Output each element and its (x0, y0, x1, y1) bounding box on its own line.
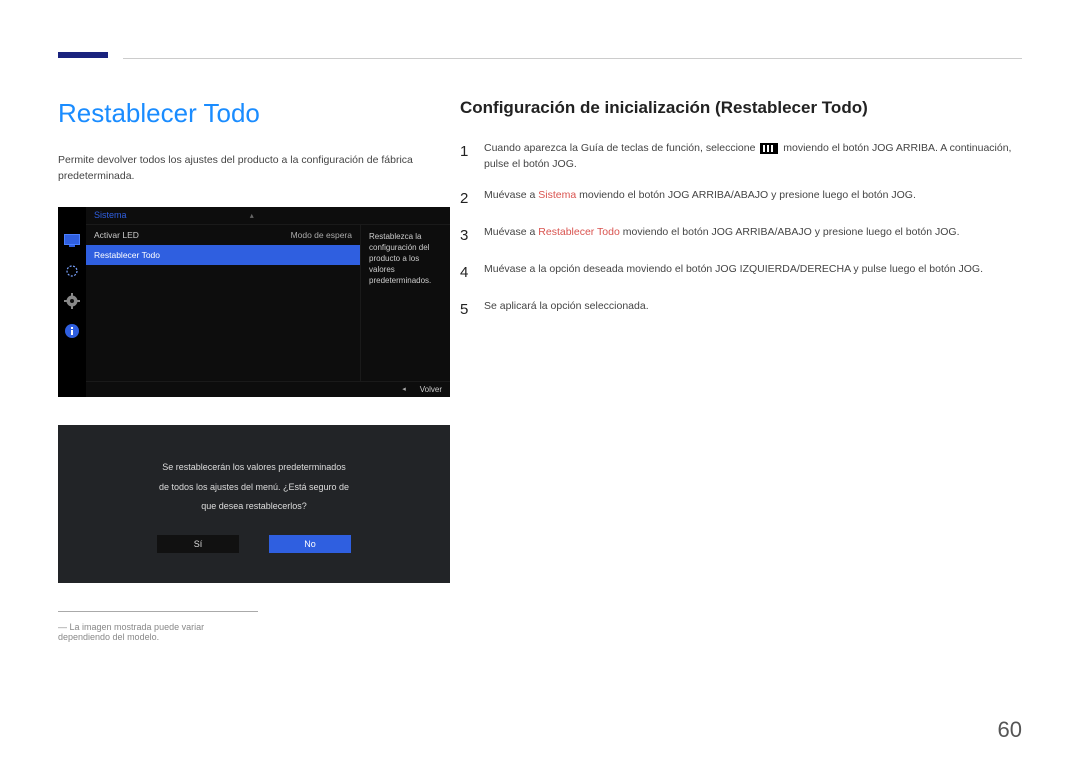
osd-footer-label[interactable]: Volver (420, 385, 442, 394)
step-2-post: moviendo el botón JOG ARRIBA/ABAJO y pre… (576, 189, 916, 201)
step-text: Muévase a la opción deseada moviendo el … (484, 261, 1028, 284)
step-3-pre: Muévase a (484, 226, 538, 238)
gear-dashed-icon (64, 263, 80, 279)
osd-main: Sistema ▴ Activar LED Modo de espera Res… (86, 207, 450, 397)
step-1-pre: Cuando aparezca la Guía de teclas de fun… (484, 142, 758, 154)
section-heading: Configuración de inicialización (Restabl… (460, 98, 1028, 118)
intro-text: Permite devolver todos los ajustes del p… (58, 153, 450, 185)
osd-rows: Activar LED Modo de espera Restablecer T… (86, 225, 360, 381)
info-icon (64, 323, 80, 339)
osd-description: Restablezca la configuración del product… (360, 225, 450, 381)
dialog-line-1: Se restablecerán los valores predetermin… (159, 458, 349, 478)
page-title: Restablecer Todo (58, 98, 450, 129)
page-number: 60 (998, 717, 1022, 743)
step-number: 3 (460, 224, 484, 247)
step-3-highlight: Restablecer Todo (538, 226, 620, 238)
footnote-text: La imagen mostrada puede variar dependie… (58, 622, 258, 642)
step-text: Muévase a Restablecer Todo moviendo el b… (484, 224, 1028, 247)
step-text: Se aplicará la opción seleccionada. (484, 298, 1028, 321)
step-text: Muévase a Sistema moviendo el botón JOG … (484, 187, 1028, 210)
step-text: Cuando aparezca la Guía de teclas de fun… (484, 140, 1028, 173)
step-5: 5 Se aplicará la opción seleccionada. (460, 298, 1028, 321)
dialog-buttons: Sí No (157, 535, 351, 553)
gear-icon (64, 293, 80, 309)
menu-row-label: Restablecer Todo (94, 250, 160, 260)
yes-button[interactable]: Sí (157, 535, 239, 553)
menu-row-activar-led[interactable]: Activar LED Modo de espera (86, 225, 360, 245)
menu-button-icon (760, 143, 778, 154)
osd-footer: ◂ Volver (86, 381, 450, 397)
osd-sidebar (58, 207, 86, 397)
dialog-line-2: de todos los ajustes del menú. ¿Está seg… (159, 478, 349, 498)
dialog-line-3: que desea restablecerlos? (159, 497, 349, 517)
up-arrow-icon: ▴ (250, 211, 254, 220)
left-column: Restablecer Todo Permite devolver todos … (58, 98, 450, 642)
back-arrow-icon: ◂ (402, 385, 406, 393)
menu-row-restablecer-todo[interactable]: Restablecer Todo (86, 245, 360, 265)
step-4: 4 Muévase a la opción deseada moviendo e… (460, 261, 1028, 284)
dialog-message: Se restablecerán los valores predetermin… (159, 458, 349, 517)
step-3-post: moviendo el botón JOG ARRIBA/ABAJO y pre… (620, 226, 960, 238)
step-number: 1 (460, 140, 484, 173)
footnote-divider: La imagen mostrada puede variar dependie… (58, 611, 258, 642)
osd-confirm-dialog: Se restablecerán los valores predetermin… (58, 425, 450, 583)
step-number: 4 (460, 261, 484, 284)
no-button[interactable]: No (269, 535, 351, 553)
right-column: Configuración de inicialización (Restabl… (460, 98, 1028, 336)
step-3: 3 Muévase a Restablecer Todo moviendo el… (460, 224, 1028, 247)
step-2-highlight: Sistema (538, 189, 576, 201)
menu-row-value: Modo de espera (291, 230, 352, 240)
header-accent-bar (58, 52, 108, 58)
osd-content: Activar LED Modo de espera Restablecer T… (86, 225, 450, 381)
step-number: 2 (460, 187, 484, 210)
monitor-icon (64, 233, 80, 249)
step-2-pre: Muévase a (484, 189, 538, 201)
step-2: 2 Muévase a Sistema moviendo el botón JO… (460, 187, 1028, 210)
osd-section-title-row: Sistema ▴ (86, 207, 450, 225)
step-number: 5 (460, 298, 484, 321)
step-1: 1 Cuando aparezca la Guía de teclas de f… (460, 140, 1028, 173)
osd-section-title: Sistema (94, 210, 127, 220)
menu-row-label: Activar LED (94, 230, 139, 240)
osd-system-menu: Sistema ▴ Activar LED Modo de espera Res… (58, 207, 450, 397)
header-divider (123, 58, 1022, 59)
